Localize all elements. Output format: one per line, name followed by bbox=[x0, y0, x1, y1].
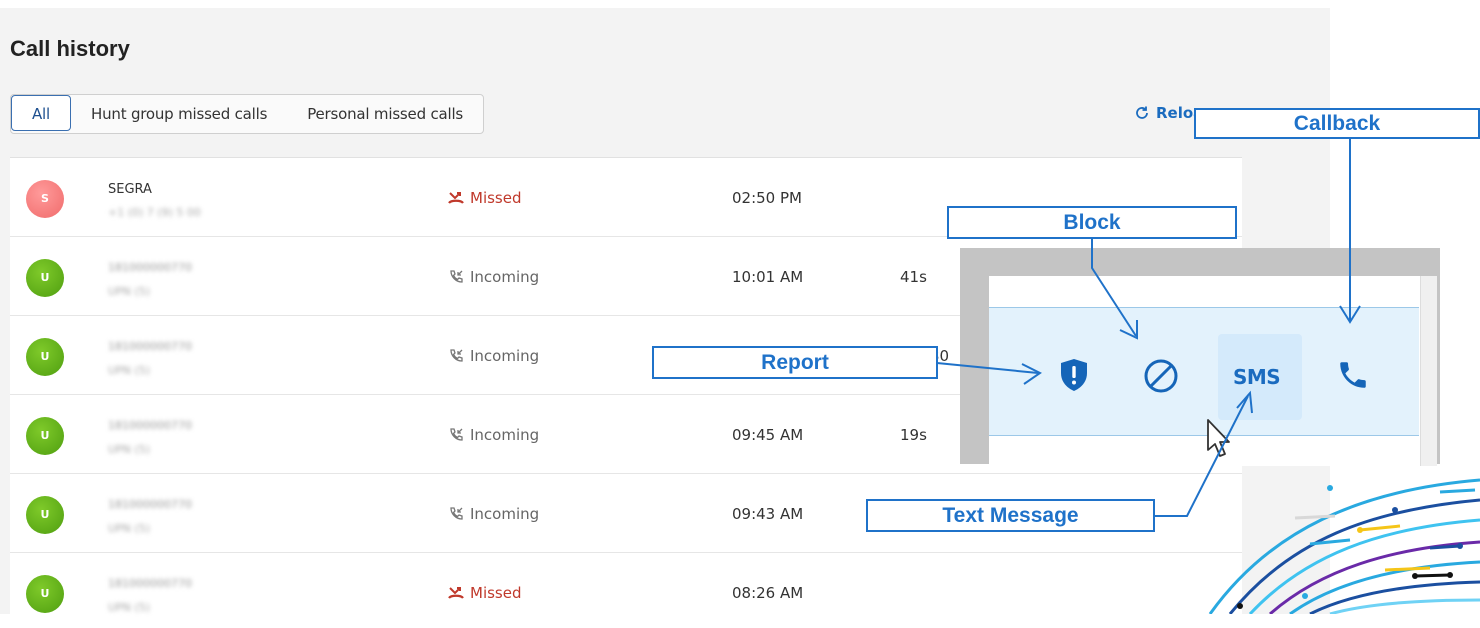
callout-callback: Callback bbox=[1194, 108, 1480, 139]
callout-report: Report bbox=[652, 346, 938, 379]
callout-block: Block bbox=[947, 206, 1237, 239]
callout-text-message: Text Message bbox=[866, 499, 1155, 532]
callout-arrows bbox=[936, 138, 1361, 517]
